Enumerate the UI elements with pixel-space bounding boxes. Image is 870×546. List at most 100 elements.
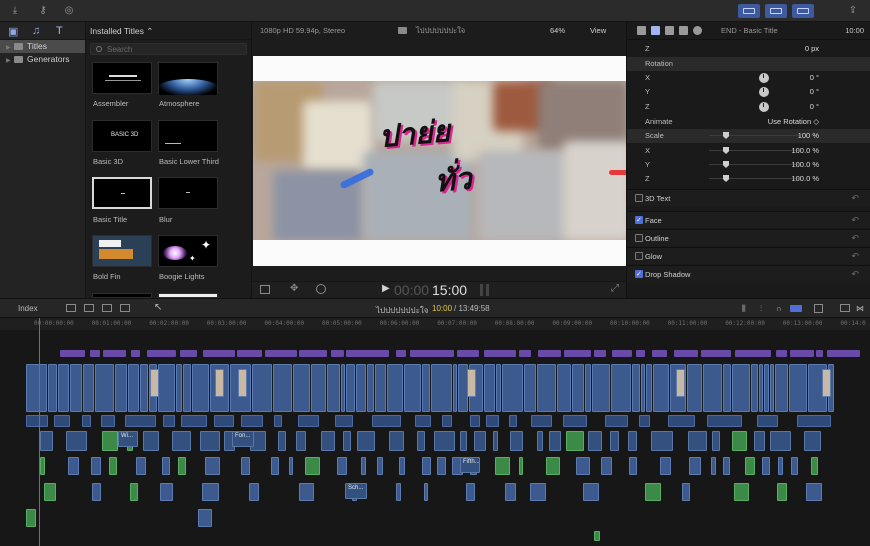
rotation-dial[interactable] (759, 87, 769, 97)
scale-slider[interactable] (709, 135, 799, 136)
param-value[interactable]: 0 px (805, 42, 819, 56)
text-inspector-tab[interactable] (651, 26, 660, 35)
audio-clip[interactable] (125, 415, 156, 427)
storyline-clip[interactable] (367, 364, 374, 412)
drop-shadow-checkbox[interactable] (635, 266, 643, 283)
lower-clip[interactable] (711, 457, 716, 475)
title-clip[interactable] (331, 350, 344, 357)
storyline-clip[interactable] (176, 364, 182, 412)
film-inspector-tab[interactable] (665, 26, 674, 35)
lower-clip[interactable] (399, 457, 405, 475)
storyline-clip[interactable] (70, 364, 82, 412)
check-icon[interactable]: ◎ (62, 4, 76, 18)
connected-clip[interactable] (296, 431, 306, 451)
storyline-clip[interactable] (83, 364, 94, 412)
storyline-clip[interactable] (764, 364, 769, 412)
timeline[interactable]: Wi... Fon... Fifth... Sch... (0, 331, 870, 546)
connected-clip[interactable] (732, 431, 747, 451)
storyline-clip[interactable] (611, 364, 631, 412)
connected-clip[interactable] (40, 431, 53, 451)
lower-clip[interactable] (305, 457, 320, 475)
lower-clip[interactable] (249, 483, 259, 501)
lower-clip[interactable] (289, 457, 293, 475)
title-clip[interactable] (636, 350, 645, 357)
lower-clip[interactable] (361, 457, 366, 475)
audio-clip[interactable] (639, 415, 650, 427)
disclosure-icon[interactable]: ▶ (6, 55, 14, 68)
labeled-clip[interactable]: Wi... (118, 431, 138, 447)
audio-clip[interactable] (335, 415, 353, 427)
storyline-clip[interactable] (496, 364, 501, 412)
lower-clip[interactable] (136, 457, 146, 475)
lower-clip[interactable] (337, 457, 347, 475)
audio-clip[interactable] (101, 415, 115, 427)
audio-clip[interactable] (241, 415, 263, 427)
storyline-clip[interactable] (431, 364, 452, 412)
connected-clip[interactable] (357, 431, 375, 451)
title-clip[interactable] (701, 350, 731, 357)
view-menu[interactable]: View (590, 22, 606, 40)
lower-clip[interactable] (198, 509, 212, 527)
storyline-clip[interactable] (453, 364, 457, 412)
connected-clip[interactable] (510, 431, 523, 451)
import-icon[interactable]: ⤓ (8, 4, 22, 18)
connected-clip[interactable] (610, 431, 619, 451)
storyline-clip[interactable] (58, 364, 69, 412)
reset-icon[interactable]: ↶ (851, 266, 859, 283)
storyline-clip[interactable] (158, 364, 175, 412)
lower-clip[interactable] (466, 483, 475, 501)
clip-thumbnail[interactable] (822, 369, 831, 397)
storyline-clip[interactable] (770, 364, 774, 412)
transform-icon[interactable] (260, 285, 270, 294)
lower-clip[interactable] (92, 483, 101, 501)
lower-clip[interactable] (689, 457, 701, 475)
lower-clip[interactable] (682, 483, 690, 501)
storyline-clip[interactable] (484, 364, 495, 412)
storyline-clip[interactable] (192, 364, 209, 412)
storyline-clip[interactable] (26, 364, 47, 412)
title-clip[interactable] (203, 350, 235, 357)
timeline-ruler[interactable]: 00:00:00:00 00:01:00:00 00:02:00:00 00:03:0… (0, 318, 870, 331)
snapping-icon[interactable] (790, 305, 802, 312)
lower-clip[interactable] (777, 483, 787, 501)
storyline-clip[interactable] (775, 364, 788, 412)
lower-clip[interactable] (762, 457, 770, 475)
connected-clip[interactable] (754, 431, 765, 451)
title-clip[interactable] (346, 350, 389, 357)
lower-clip[interactable] (202, 483, 219, 501)
reset-icon[interactable]: ↶ (851, 230, 859, 247)
param-value[interactable]: 0 ° (810, 100, 819, 114)
lower-clip[interactable] (546, 457, 560, 475)
music-icon[interactable]: ♫ (32, 25, 40, 37)
title-clip[interactable] (594, 350, 606, 357)
audio-clip[interactable] (82, 415, 91, 427)
insert-clip-icon[interactable] (84, 304, 94, 312)
lower-clip[interactable] (109, 457, 117, 475)
title-clip[interactable] (457, 350, 479, 357)
lower-clip[interactable] (396, 483, 401, 501)
connected-clip[interactable] (628, 431, 637, 451)
lower-clip[interactable] (424, 483, 428, 501)
lower-clip[interactable] (299, 483, 314, 501)
sidebar-item-generators[interactable]: ▶ Generators (0, 53, 85, 66)
lower-clip[interactable] (160, 483, 173, 501)
storyline-clip[interactable] (687, 364, 702, 412)
slider-knob[interactable] (723, 147, 729, 154)
index-button[interactable]: Index (18, 304, 38, 313)
storyline-clip[interactable] (732, 364, 750, 412)
tools-icon[interactable]: ✥ (290, 283, 298, 294)
storyline-clip[interactable] (653, 364, 669, 412)
connected-clip[interactable] (200, 431, 220, 451)
storyline-clip[interactable] (502, 364, 523, 412)
storyline-clip[interactable] (95, 364, 114, 412)
photos-icon[interactable]: ▣ (8, 25, 18, 38)
connected-clip[interactable] (143, 431, 159, 451)
title-thumbnail-atmosphere[interactable] (158, 62, 218, 95)
title-thumbnail-bold-fin[interactable] (92, 235, 152, 267)
clip-thumbnail[interactable] (467, 369, 476, 397)
audio-clip[interactable] (214, 415, 234, 427)
audio-clip[interactable] (563, 415, 587, 427)
storyline-clip[interactable] (557, 364, 571, 412)
title-clip[interactable] (180, 350, 197, 357)
storyline-clip[interactable] (140, 364, 148, 412)
